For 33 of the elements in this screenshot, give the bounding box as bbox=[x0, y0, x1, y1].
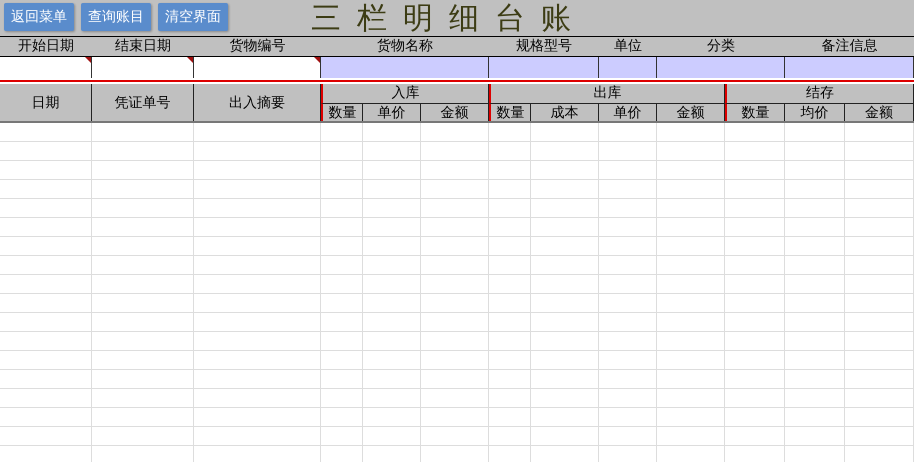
field-label: 单位 bbox=[614, 38, 642, 54]
column-header: 均价 bbox=[785, 103, 845, 121]
column-header: 金额 bbox=[845, 103, 914, 121]
menu-button[interactable]: 清空界面 bbox=[158, 3, 228, 31]
field-label: 规格型号 bbox=[516, 38, 572, 54]
group-header: 入库 bbox=[321, 84, 489, 103]
column-header: 凭证单号 bbox=[92, 84, 194, 121]
input-field[interactable] bbox=[489, 57, 599, 78]
field-label: 备注信息 bbox=[822, 38, 878, 54]
group-header: 结存 bbox=[725, 84, 914, 103]
column-header: 出入摘要 bbox=[194, 84, 321, 121]
column-header: 数量 bbox=[321, 103, 363, 121]
menu-button[interactable]: 返回菜单 bbox=[4, 3, 74, 31]
column-header: 成本 bbox=[531, 103, 599, 121]
input-field[interactable] bbox=[657, 57, 785, 78]
field-label: 货物名称 bbox=[377, 38, 433, 54]
input-field[interactable] bbox=[599, 57, 657, 78]
field-label: 货物编号 bbox=[230, 38, 286, 54]
column-header: 单价 bbox=[363, 103, 421, 121]
field-label: 开始日期 bbox=[18, 38, 74, 54]
field-label: 分类 bbox=[707, 38, 735, 54]
input-field[interactable] bbox=[785, 57, 914, 78]
group-header: 出库 bbox=[489, 84, 725, 103]
column-header: 金额 bbox=[421, 103, 489, 121]
column-header: 日期 bbox=[0, 84, 92, 121]
menu-button[interactable]: 查询账目 bbox=[81, 3, 151, 31]
field-label: 结束日期 bbox=[115, 38, 171, 54]
column-header: 金额 bbox=[657, 103, 725, 121]
column-header: 单价 bbox=[599, 103, 657, 121]
input-field[interactable] bbox=[321, 57, 489, 78]
column-header: 数量 bbox=[725, 103, 785, 121]
column-header: 数量 bbox=[489, 103, 531, 121]
ledger-title: 三栏明细台账 bbox=[311, 0, 587, 38]
